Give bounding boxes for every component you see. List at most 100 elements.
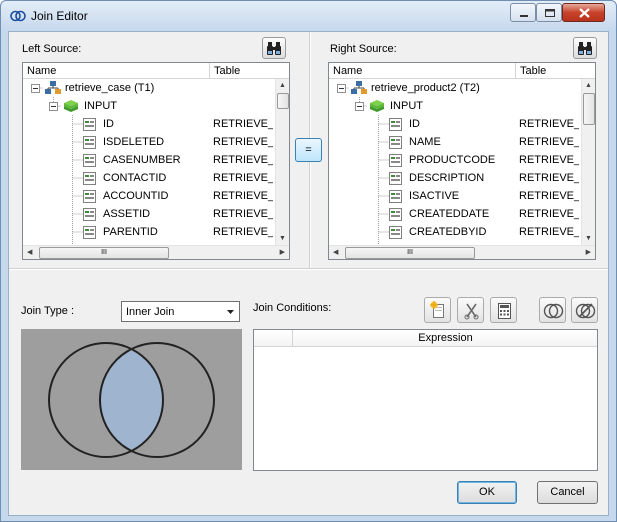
calculator-icon [498,303,511,319]
tree-row-field[interactable]: ASSETID RETRIEVE_C [23,205,275,223]
expression-builder-button[interactable] [490,297,517,323]
tree-row-label: retrieve_case (T1) [65,82,155,94]
scroll-left-icon[interactable]: ◀ [27,249,32,256]
scroll-up-icon[interactable]: ▲ [279,82,286,89]
tree-row-field[interactable]: ISACTIVE RETRIEVE_P [329,187,581,205]
field-icon [83,136,96,149]
field-icon [83,172,96,185]
field-name: DESCRIPTION [409,172,485,184]
column-header-name[interactable]: Name [27,65,56,77]
field-name: CONTACTID [103,172,167,184]
scroll-down-icon[interactable]: ▼ [279,235,286,242]
venn-graphic [48,342,215,458]
tree-row-input[interactable]: INPUT [329,97,581,115]
scroll-right-icon[interactable]: ▶ [280,249,285,256]
inner-join-toggle-button[interactable] [539,297,566,323]
left-vertical-scrollbar[interactable]: ▲ ▼ [275,79,289,245]
scroll-up-icon[interactable]: ▲ [585,82,592,89]
tree-row-field[interactable]: CASENUMBER RETRIEVE_C [23,151,275,169]
field-icon [389,208,402,221]
tree-row-source[interactable]: retrieve_product2 (T2) [329,79,581,97]
scroll-thumb[interactable] [277,93,289,109]
field-name: ISDELETED [103,136,165,148]
tree-row-field[interactable]: ID RETRIEVE_P [329,115,581,133]
tree-row-field[interactable]: CREATEDDATE RETRIEVE_P [329,205,581,223]
field-table: RETRIEVE_C [213,190,273,202]
chevron-down-icon [227,310,234,314]
right-horizontal-scrollbar[interactable]: ◀ III ▶ [329,245,595,259]
tree-row-field[interactable]: ISDELETED RETRIEVE_C [23,133,275,151]
right-vertical-scrollbar[interactable]: ▲ ▼ [581,79,595,245]
column-header-table[interactable]: Table [214,65,240,77]
field-name: ID [103,118,114,130]
ok-button[interactable]: OK [457,481,517,504]
tree-row-field[interactable]: DESCRIPTION RETRIEVE_P [329,169,581,187]
tree-row-input[interactable]: INPUT [23,97,275,115]
field-name: PRODUCTCODE [409,154,496,166]
tree-row-field[interactable]: CONTACTID RETRIEVE_C [23,169,275,187]
left-source-label: Left Source: [22,43,82,55]
field-name: ASSETID [103,208,151,220]
binoculars-icon [267,42,281,55]
tree-row-field[interactable]: ACCOUNTID RETRIEVE_C [23,187,275,205]
field-name: PARENTID [103,226,158,238]
binoculars-icon [578,42,592,55]
title-bar[interactable]: Join Editor [1,1,616,31]
field-icon [83,154,96,167]
join-venn-diagram [21,329,242,470]
field-table: RETRIEVE_C [213,136,273,148]
left-horizontal-scrollbar[interactable]: ◀ III ▶ [23,245,289,259]
column-header-name[interactable]: Name [333,65,362,77]
field-table: RETRIEVE_C [213,226,273,238]
minimize-icon [520,15,528,17]
join-remove-icon [575,303,596,319]
field-name: ACCOUNTID [103,190,169,202]
field-icon [83,226,96,239]
minimize-button[interactable] [510,3,536,22]
tree-row-source[interactable]: retrieve_case (T1) [23,79,275,97]
scroll-thumb[interactable]: III [39,247,169,259]
field-table: RETRIEVE_P [519,172,579,184]
join-conditions-label: Join Conditions: [253,302,332,314]
new-condition-button[interactable] [424,297,451,323]
field-table: RETRIEVE_C [213,118,273,130]
column-header-table[interactable]: Table [520,65,546,77]
scroll-left-icon[interactable]: ◀ [333,249,338,256]
tree-row-field[interactable]: PRODUCTCODE RETRIEVE_P [329,151,581,169]
field-icon [389,226,402,239]
maximize-button[interactable] [536,3,562,22]
column-divider[interactable] [515,63,516,79]
right-find-button[interactable] [573,37,597,59]
add-join-condition-button[interactable]: = [295,138,322,162]
field-name: CREATEDDATE [409,208,490,220]
join-conditions-table[interactable]: Expression [253,329,598,471]
scroll-right-icon[interactable]: ▶ [586,249,591,256]
field-icon [83,118,96,131]
delete-condition-button[interactable] [457,297,484,323]
left-find-button[interactable] [262,37,286,59]
cancel-button[interactable]: Cancel [537,481,598,504]
pane-divider-horizontal[interactable] [9,268,608,270]
scroll-down-icon[interactable]: ▼ [585,235,592,242]
field-table: RETRIEVE_P [519,226,579,238]
row-header-corner [254,330,293,347]
field-name: NAME [409,136,441,148]
left-source-grid: Name Table retrieve_case (T1) INPUT ID R… [22,62,290,260]
join-type-dropdown[interactable]: Inner Join [121,301,240,322]
column-header-expression[interactable]: Expression [294,332,597,344]
scroll-thumb[interactable] [583,93,595,125]
tree-row-field[interactable]: PARENTID RETRIEVE_C [23,223,275,241]
scroll-thumb[interactable]: III [345,247,475,259]
field-name: CASENUMBER [103,154,181,166]
field-name: ID [409,118,420,130]
remove-join-button[interactable] [571,297,598,323]
field-table: RETRIEVE_C [213,154,273,166]
tree-row-field[interactable]: ID RETRIEVE_C [23,115,275,133]
column-divider[interactable] [209,63,210,79]
close-button[interactable] [562,3,605,22]
field-table: RETRIEVE_C [213,172,273,184]
tree-row-field[interactable]: CREATEDBYID RETRIEVE_P [329,223,581,241]
equals-label: = [305,144,312,156]
field-name: ISACTIVE [409,190,460,202]
tree-row-field[interactable]: NAME RETRIEVE_P [329,133,581,151]
